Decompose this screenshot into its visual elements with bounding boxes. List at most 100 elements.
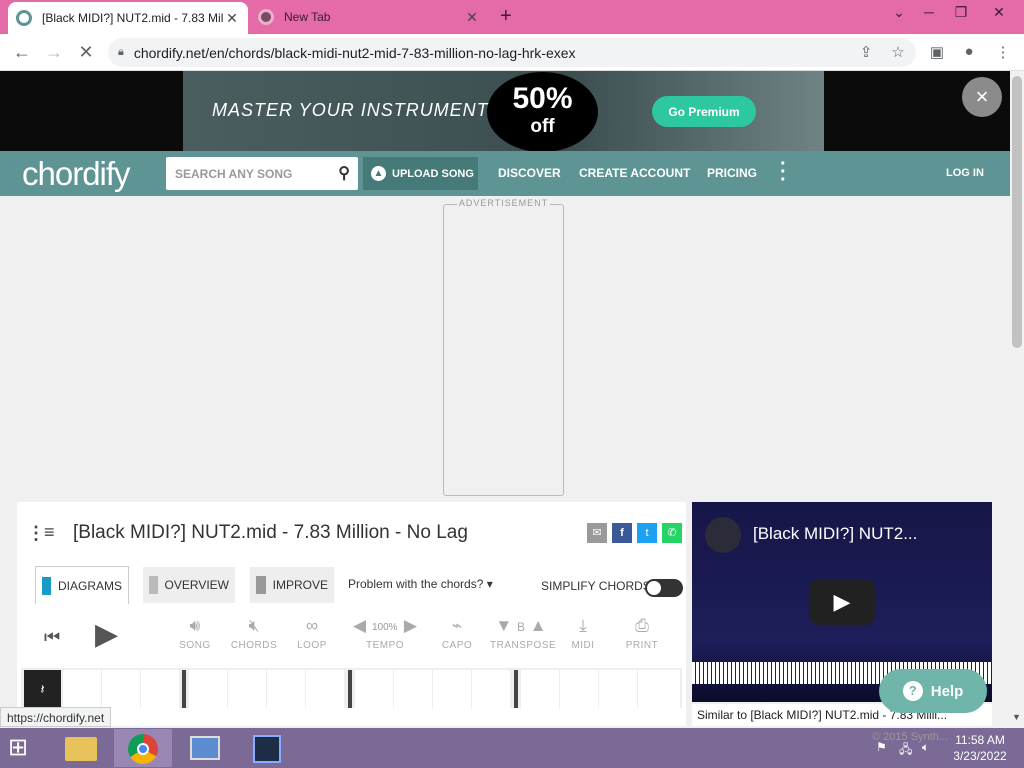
flag-icon[interactable]: ⚑ [876, 740, 887, 754]
close-window-icon[interactable]: ✕ [984, 4, 1014, 21]
chrome-taskbar-icon[interactable] [114, 729, 172, 767]
synthesia-icon[interactable] [238, 729, 296, 767]
add-to-playlist-icon[interactable]: ≡ [44, 522, 55, 543]
chord-cell[interactable] [63, 670, 101, 708]
help-button[interactable]: ? Help [879, 669, 987, 713]
speaker-icon: 🔊︎ [189, 616, 201, 635]
close-tab-icon[interactable]: ✕ [464, 9, 480, 26]
chordify-favicon-icon [16, 10, 32, 26]
chord-cell[interactable] [189, 670, 227, 708]
tab-new-tab[interactable]: New Tab ✕ [250, 0, 488, 34]
minimize-icon[interactable]: ─ [914, 4, 944, 20]
go-premium-button[interactable]: Go Premium [652, 96, 756, 127]
print-control[interactable]: ⎙ PRINT [617, 616, 667, 651]
tab-search-icon[interactable]: ⌄ [884, 4, 914, 21]
new-tab-icon[interactable]: + [500, 5, 512, 28]
tab-title: New Tab [284, 10, 331, 24]
url-text: chordify.net/en/chords/black-midi-nut2-m… [133, 44, 576, 61]
control-panel-icon[interactable] [176, 729, 234, 767]
volume-icon[interactable]: 🔈︎ [922, 740, 929, 755]
song-volume-control[interactable]: 🔊︎ SONG [170, 616, 220, 651]
bar-line [514, 670, 518, 708]
tab-overview[interactable]: OVERVIEW [143, 567, 235, 603]
chord-cell[interactable] [394, 670, 432, 708]
menu-kebab-icon[interactable]: ⋮ [992, 43, 1014, 61]
capo-control[interactable]: ⌁ CAPO [432, 616, 482, 651]
chord-cell[interactable] [267, 670, 305, 708]
chord-cell[interactable] [433, 670, 471, 708]
taskbar-clock[interactable]: 11:58 AM 3/23/2022 [940, 732, 1020, 764]
nav-log-in[interactable]: LOG IN [946, 167, 984, 179]
chord-cell[interactable] [102, 670, 140, 708]
chord-cell[interactable] [560, 670, 598, 708]
scrollbar-thumb[interactable] [1012, 76, 1022, 348]
side-panel-icon[interactable]: ▣ [926, 43, 948, 61]
chordify-logo[interactable]: chordify [22, 155, 131, 193]
bookmark-star-icon[interactable]: ☆ [887, 43, 909, 61]
chrome-favicon-icon [258, 9, 274, 25]
nav-create-account[interactable]: CREATE ACCOUNT [579, 166, 690, 180]
stop-loading-icon[interactable]: ✕ [74, 42, 98, 63]
video-title[interactable]: [Black MIDI?] NUT2... [753, 524, 917, 544]
scroll-down-icon[interactable]: ▼ [1012, 712, 1021, 722]
email-share-icon[interactable]: ✉ [587, 523, 607, 543]
clock-time: 11:58 AM [955, 733, 1005, 747]
search-input[interactable]: SEARCH ANY SONG ⚲ [166, 157, 358, 190]
status-url: https://chordify.net [0, 707, 112, 727]
ad-label-text: ADVERTISEMENT [456, 198, 551, 208]
tab-title: [Black MIDI?] NUT2.mid - 7.83 Million - … [42, 11, 224, 25]
chord-cell[interactable] [228, 670, 266, 708]
transpose-key: B [516, 620, 525, 634]
url-input[interactable]: 🔒︎ chordify.net/en/chords/black-midi-nut… [108, 38, 916, 67]
song-options-icon[interactable]: ⋮ [27, 523, 45, 544]
tab-improve[interactable]: IMPROVE [250, 567, 334, 603]
chord-cell[interactable] [141, 670, 179, 708]
tab-chordify[interactable]: [Black MIDI?] NUT2.mid - 7.83 Million - … [8, 2, 248, 34]
twitter-share-icon[interactable]: t [637, 523, 657, 543]
close-ad-icon[interactable]: × [962, 77, 1002, 117]
profile-icon[interactable]: ● [958, 43, 980, 60]
channel-avatar[interactable] [705, 517, 741, 553]
overview-icon [149, 576, 158, 594]
tab-overview-label: OVERVIEW [164, 578, 229, 592]
control-label: SONG [179, 640, 211, 651]
upload-song-button[interactable]: ▲ UPLOAD SONG [363, 157, 478, 190]
chord-cell[interactable] [355, 670, 393, 708]
nav-discover[interactable]: DISCOVER [498, 166, 561, 180]
control-label: MIDI [571, 640, 595, 651]
file-explorer-icon[interactable] [52, 729, 110, 767]
play-icon[interactable]: ▶ [95, 617, 118, 652]
chord-cell[interactable] [521, 670, 559, 708]
help-label: Help [930, 682, 964, 700]
chord-cell[interactable] [599, 670, 637, 708]
back-icon[interactable]: ← [10, 42, 34, 63]
whatsapp-share-icon[interactable]: ✆ [662, 523, 682, 543]
windows-start-icon[interactable]: ⊞ [8, 733, 38, 763]
printer-icon: ⎙ [635, 616, 649, 635]
more-menu-icon[interactable]: · · · [780, 154, 787, 190]
chord-cell[interactable] [472, 670, 510, 708]
network-icon[interactable]: 🖧︎ [899, 740, 912, 761]
search-icon[interactable]: ⚲ [338, 163, 350, 183]
chord-cell-current[interactable]: 𝄽 [24, 670, 61, 708]
tab-diagrams[interactable]: DIAGRAMS [35, 566, 129, 604]
diagrams-icon [42, 576, 51, 595]
transpose-control[interactable]: ▼ B ▲ TRANSPOSE [490, 616, 556, 651]
forward-icon[interactable]: → [42, 42, 66, 63]
control-label: CAPO [441, 640, 473, 651]
restart-icon[interactable]: ⏮ [44, 627, 60, 648]
share-icon[interactable]: ⇪ [855, 43, 877, 61]
simplify-chords-toggle[interactable] [645, 579, 683, 597]
midi-control[interactable]: ⤓ MIDI [558, 616, 608, 651]
loop-control[interactable]: ∞ LOOP [287, 616, 337, 651]
close-tab-icon[interactable]: ✕ [224, 10, 240, 27]
bar-line [182, 670, 186, 708]
chord-cell[interactable] [306, 670, 344, 708]
nav-pricing[interactable]: PRICING [707, 166, 757, 180]
chord-cell[interactable] [638, 670, 680, 708]
video-play-icon[interactable]: ▶ [809, 579, 875, 625]
restore-icon[interactable]: ❐ [946, 4, 976, 21]
facebook-share-icon[interactable]: f [612, 523, 632, 543]
report-problem-link[interactable]: Problem with the chords? ▾ [348, 577, 493, 591]
chords-volume-control[interactable]: 🔇︎ CHORDS [229, 616, 279, 651]
